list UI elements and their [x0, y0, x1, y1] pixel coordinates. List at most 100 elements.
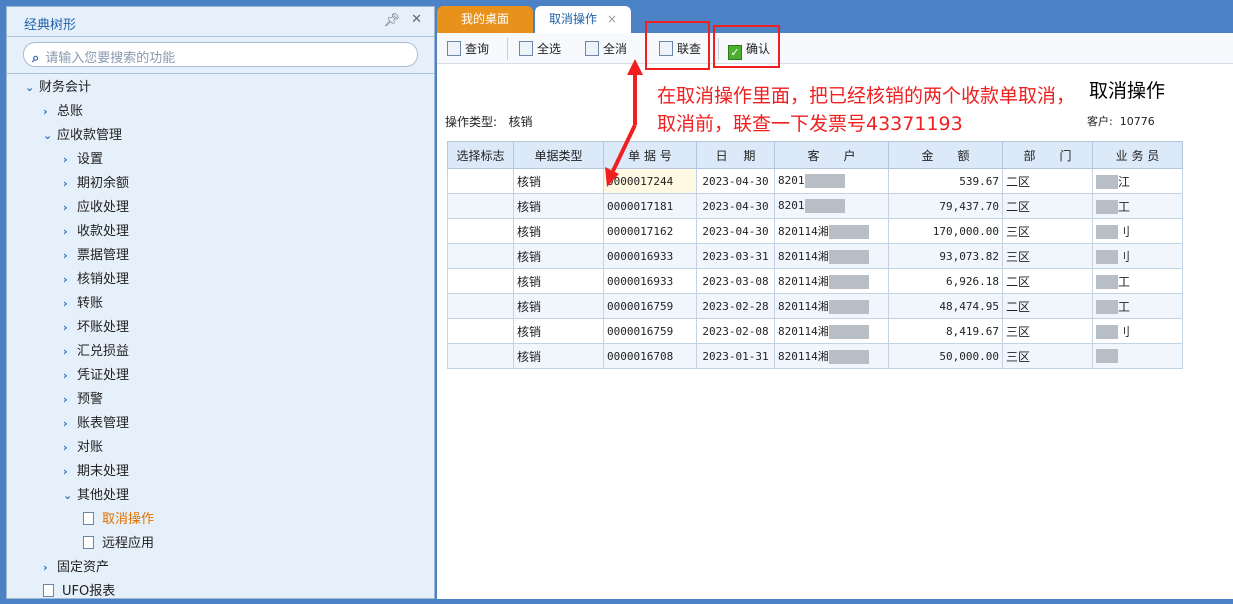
- tree-item[interactable]: › 固定资产: [43, 556, 109, 580]
- table-cell[interactable]: 二区: [1002, 293, 1093, 319]
- table-cell[interactable]: [1092, 343, 1183, 369]
- tree-item[interactable]: › 总账: [43, 100, 83, 124]
- tree-item[interactable]: ⌄ 其他处理: [63, 484, 129, 508]
- table-row[interactable]: 核销 0000017244 2023-04-30 8201 539.67 二区 江: [447, 168, 1183, 194]
- chevron-right-icon[interactable]: ›: [63, 460, 77, 484]
- table-cell[interactable]: 三区: [1002, 318, 1093, 344]
- table-cell[interactable]: 0000016759: [603, 293, 697, 319]
- table-cell[interactable]: 0000017244: [603, 168, 697, 194]
- close-icon[interactable]: ✕: [411, 12, 422, 27]
- table-cell[interactable]: 核销: [513, 293, 604, 319]
- chevron-right-icon[interactable]: ›: [43, 556, 57, 580]
- table-cell[interactable]: 0000016759: [603, 318, 697, 344]
- tree-item[interactable]: ⌄ 应收款管理: [43, 124, 122, 148]
- table-cell[interactable]: 820114湘: [774, 243, 889, 269]
- chevron-down-icon[interactable]: ⌄: [25, 76, 39, 100]
- table-cell[interactable]: 核销: [513, 218, 604, 244]
- table-cell[interactable]: 2023-03-31: [696, 243, 775, 269]
- column-header[interactable]: 部 门: [1002, 141, 1093, 169]
- table-cell[interactable]: 6,926.18: [888, 268, 1003, 294]
- table-cell[interactable]: 820114湘: [774, 318, 889, 344]
- table-cell[interactable]: 刂: [1092, 318, 1183, 344]
- tree-item[interactable]: › 期末处理: [63, 460, 129, 484]
- table-cell[interactable]: 820114湘: [774, 343, 889, 369]
- chevron-right-icon[interactable]: ›: [63, 268, 77, 292]
- table-cell[interactable]: 79,437.70: [888, 193, 1003, 219]
- table-cell[interactable]: 核销: [513, 193, 604, 219]
- table-cell[interactable]: 8201: [774, 193, 889, 219]
- table-cell[interactable]: [447, 243, 514, 269]
- table-row[interactable]: 核销 0000016759 2023-02-28 820114湘 48,474.95 二区…: [447, 293, 1183, 319]
- table-cell[interactable]: [447, 218, 514, 244]
- tree-item[interactable]: › 核销处理: [63, 268, 129, 292]
- table-cell[interactable]: 8201: [774, 168, 889, 194]
- table-cell[interactable]: 820114湘: [774, 293, 889, 319]
- table-cell[interactable]: 二区: [1002, 168, 1093, 194]
- table-row[interactable]: 核销 0000017181 2023-04-30 8201 79,437.70 二区 工: [447, 193, 1183, 219]
- table-cell[interactable]: [447, 168, 514, 194]
- table-cell[interactable]: 三区: [1002, 218, 1093, 244]
- table-cell[interactable]: [447, 193, 514, 219]
- table-cell[interactable]: 50,000.00: [888, 343, 1003, 369]
- chevron-right-icon[interactable]: ›: [63, 196, 77, 220]
- table-row[interactable]: 核销 0000016759 2023-02-08 820114湘 8,419.67 三区 刂: [447, 318, 1183, 344]
- chevron-down-icon[interactable]: ⌄: [43, 124, 57, 148]
- table-cell[interactable]: 刂: [1092, 243, 1183, 269]
- column-header[interactable]: 业 务 员: [1092, 141, 1183, 169]
- tree-item[interactable]: › 转账: [63, 292, 103, 316]
- table-cell[interactable]: 2023-01-31: [696, 343, 775, 369]
- tree-item[interactable]: › 凭证处理: [63, 364, 129, 388]
- tree-item[interactable]: › 对账: [63, 436, 103, 460]
- tree-item[interactable]: UFO报表: [43, 580, 115, 604]
- tab-cancel-operation[interactable]: 取消操作 ×: [535, 6, 631, 33]
- chevron-right-icon[interactable]: ›: [63, 316, 77, 340]
- table-cell[interactable]: [447, 293, 514, 319]
- pin-icon[interactable]: 📌︎: [383, 13, 400, 28]
- tree-item[interactable]: › 期初余额: [63, 172, 129, 196]
- table-cell[interactable]: 8,419.67: [888, 318, 1003, 344]
- deselect-all-button[interactable]: 全消: [585, 40, 627, 57]
- chevron-right-icon[interactable]: ›: [63, 172, 77, 196]
- column-header[interactable]: 选择标志: [447, 141, 514, 169]
- chevron-right-icon[interactable]: ›: [63, 340, 77, 364]
- tree-item[interactable]: › 坏账处理: [63, 316, 129, 340]
- table-cell[interactable]: 2023-04-30: [696, 168, 775, 194]
- table-cell[interactable]: 0000016933: [603, 243, 697, 269]
- table-cell[interactable]: 820114湘: [774, 218, 889, 244]
- chevron-right-icon[interactable]: ›: [63, 364, 77, 388]
- table-row[interactable]: 核销 0000016933 2023-03-31 820114湘 93,073.82 三区…: [447, 243, 1183, 269]
- table-cell[interactable]: 2023-04-30: [696, 193, 775, 219]
- table-cell[interactable]: [447, 268, 514, 294]
- chevron-right-icon[interactable]: ›: [63, 436, 77, 460]
- table-cell[interactable]: 0000016708: [603, 343, 697, 369]
- table-cell[interactable]: 820114湘: [774, 268, 889, 294]
- select-all-button[interactable]: 全选: [519, 40, 561, 57]
- chevron-down-icon[interactable]: ⌄: [63, 484, 77, 508]
- table-cell[interactable]: 2023-04-30: [696, 218, 775, 244]
- table-cell[interactable]: 工: [1092, 193, 1183, 219]
- chevron-right-icon[interactable]: ›: [63, 244, 77, 268]
- table-cell[interactable]: 核销: [513, 268, 604, 294]
- query-button[interactable]: 查询: [447, 40, 489, 57]
- table-cell[interactable]: 2023-03-08: [696, 268, 775, 294]
- table-cell[interactable]: 工: [1092, 293, 1183, 319]
- chevron-right-icon[interactable]: ›: [63, 292, 77, 316]
- table-cell[interactable]: 170,000.00: [888, 218, 1003, 244]
- column-header[interactable]: 单据类型: [513, 141, 604, 169]
- table-cell[interactable]: 0000016933: [603, 268, 697, 294]
- chevron-right-icon[interactable]: ›: [63, 220, 77, 244]
- tree-item[interactable]: › 应收处理: [63, 196, 129, 220]
- table-cell[interactable]: 539.67: [888, 168, 1003, 194]
- chevron-right-icon[interactable]: ›: [63, 388, 77, 412]
- table-row[interactable]: 核销 0000017162 2023-04-30 820114湘 170,000.00 三…: [447, 218, 1183, 244]
- table-cell[interactable]: [447, 318, 514, 344]
- table-cell[interactable]: 核销: [513, 318, 604, 344]
- column-header[interactable]: 金 额: [888, 141, 1003, 169]
- table-cell[interactable]: 0000017162: [603, 218, 697, 244]
- table-cell[interactable]: 二区: [1002, 193, 1093, 219]
- tree-item[interactable]: 远程应用: [83, 532, 154, 556]
- table-cell[interactable]: 二区: [1002, 268, 1093, 294]
- column-header[interactable]: 日 期: [696, 141, 775, 169]
- table-row[interactable]: 核销 0000016708 2023-01-31 820114湘 50,000.00 三区: [447, 343, 1183, 369]
- table-cell[interactable]: 核销: [513, 168, 604, 194]
